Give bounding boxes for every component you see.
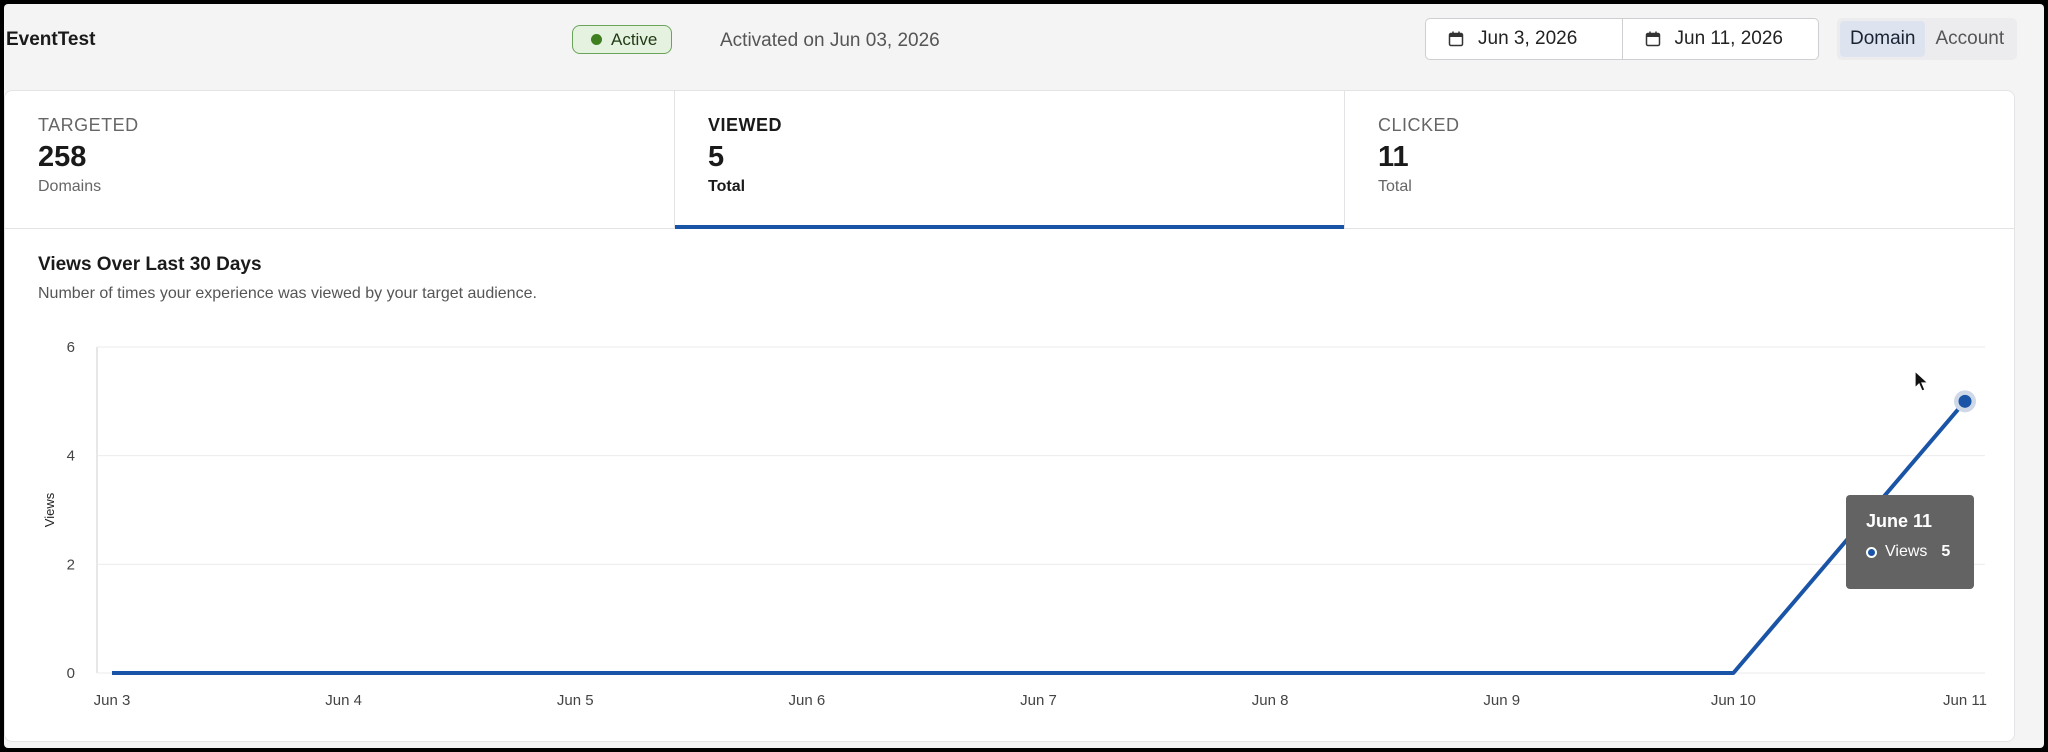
start-date-value: Jun 3, 2026 xyxy=(1478,28,1578,49)
stats-card: TARGETED 258 Domains VIEWED 5 Total CLIC… xyxy=(4,90,2015,742)
start-date-field[interactable]: Jun 3, 2026 xyxy=(1426,19,1622,59)
scope-domain-button[interactable]: Domain xyxy=(1840,21,1926,57)
y-tick-label: 6 xyxy=(67,339,75,356)
status-dot-icon xyxy=(591,34,602,45)
end-date-value: Jun 11, 2026 xyxy=(1674,28,1783,49)
calendar-icon xyxy=(1645,31,1660,47)
calendar-icon xyxy=(1448,31,1464,47)
x-tick-label: Jun 6 xyxy=(789,692,826,709)
status-label: Active xyxy=(611,29,658,49)
x-tick-label: Jun 4 xyxy=(325,692,362,709)
y-tick-label: 4 xyxy=(67,448,75,465)
tooltip-series: Views xyxy=(1885,543,1928,560)
app-window: EventTest Active Activated on Jun 03, 20… xyxy=(4,4,2044,748)
scope-account-button[interactable]: Account xyxy=(1925,21,2014,57)
x-tick-label: Jun 9 xyxy=(1483,692,1520,709)
y-tick-label: 0 xyxy=(67,665,75,682)
tooltip-date: June 11 xyxy=(1866,511,1933,531)
header: EventTest Active Activated on Jun 03, 20… xyxy=(4,4,2044,84)
date-range-picker: Jun 3, 2026 Jun 11, 2026 xyxy=(1425,18,1819,60)
x-tick-label: Jun 11 xyxy=(1943,692,1987,709)
experience-title: EventTest xyxy=(6,29,96,50)
x-tick-label: Jun 5 xyxy=(557,692,594,709)
views-line-chart[interactable]: 0 2 4 6 Jun 3 Jun 4 Jun 5 Jun 6 Jun 7 Jun 8 Jun 9 J… xyxy=(5,91,2016,743)
x-tick-label: Jun 10 xyxy=(1711,692,1756,709)
end-date-field[interactable]: Jun 11, 2026 xyxy=(1621,19,1819,59)
x-tick-label: Jun 8 xyxy=(1252,692,1289,709)
y-axis-label: Views xyxy=(42,492,57,527)
x-tick-label: Jun 3 xyxy=(94,692,131,709)
tooltip-value: 5 xyxy=(1941,543,1951,560)
y-tick-label: 2 xyxy=(67,556,75,573)
series-swatch-icon xyxy=(1866,546,1877,558)
x-tick-label: Jun 7 xyxy=(1020,692,1057,709)
activated-date: Activated on Jun 03, 2026 xyxy=(720,30,940,51)
chart-tooltip: June 11 Views 5 xyxy=(1846,495,1974,589)
tooltip-row: Views 5 xyxy=(1866,543,1974,561)
series-line-views xyxy=(112,400,1967,675)
mouse-cursor-icon xyxy=(1914,370,1930,392)
status-badge: Active xyxy=(572,25,673,54)
data-point xyxy=(1958,394,1972,408)
scope-toggle: Domain Account xyxy=(1837,18,2018,60)
